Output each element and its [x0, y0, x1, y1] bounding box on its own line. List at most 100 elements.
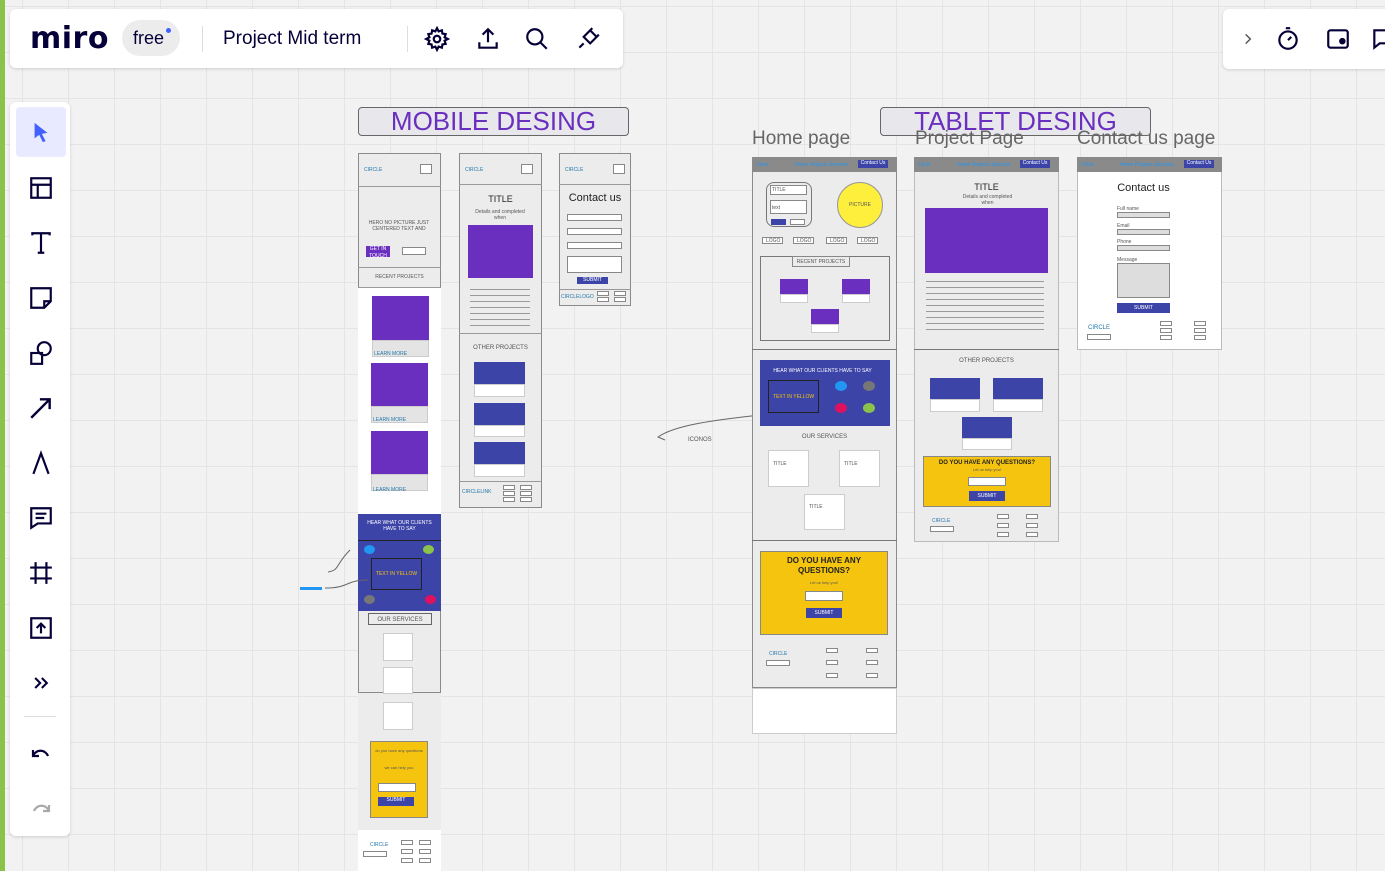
contact-submit: SUBMIT: [577, 277, 608, 284]
other-projects-heading: OTHER PROJECTS: [959, 358, 1014, 364]
templates-icon[interactable]: [16, 163, 66, 213]
shapes-icon[interactable]: [16, 328, 66, 378]
footer-link: [997, 523, 1009, 528]
mobile-hero-button-2: [402, 247, 426, 255]
settings-icon[interactable]: [422, 24, 452, 54]
footer-link: [997, 514, 1009, 519]
email-field: [968, 477, 1006, 486]
tablet-logo: Circle: [756, 162, 769, 168]
footer-link: [866, 673, 878, 678]
comment-icon[interactable]: [16, 493, 66, 543]
hero-button: [771, 219, 786, 225]
avatar: [863, 381, 875, 391]
mobile-logo: CIRCLE: [465, 167, 484, 173]
footer-link: [401, 849, 413, 854]
avatar: [425, 595, 436, 604]
divider: [459, 481, 542, 482]
footer-link: [503, 491, 515, 496]
other-project-thumb: [993, 378, 1043, 399]
more-tools-icon[interactable]: [16, 658, 66, 708]
plan-label: free: [133, 28, 165, 48]
miro-logo[interactable]: miro: [30, 21, 109, 56]
tablet-footer-logo: CIRCLE: [1088, 325, 1111, 331]
tablet-contact-button: Contact Us: [858, 160, 888, 168]
text-icon[interactable]: [16, 218, 66, 268]
divider: [459, 333, 542, 334]
tablet-home-frame-lower: [752, 688, 897, 734]
plan-badge[interactable]: free: [122, 20, 181, 56]
logo-tag-text: LOGO: [830, 238, 845, 244]
hamburger-icon: [613, 164, 625, 174]
icons-annotation[interactable]: ICONOS: [688, 437, 712, 443]
tablet-submit: SUBMIT: [969, 491, 1005, 501]
tablet-nav-links: Home Projects Services: [1120, 162, 1174, 168]
project-thumbnail: [371, 431, 428, 474]
avatar: [423, 545, 434, 554]
connector-handle[interactable]: [300, 587, 322, 590]
undo-icon[interactable]: [16, 728, 66, 778]
arrow-icon[interactable]: [16, 383, 66, 433]
service-card: [839, 450, 880, 487]
divider: [202, 26, 203, 52]
divider: [914, 349, 1059, 350]
fullname-field: [1117, 212, 1170, 218]
recent-thumb: [842, 279, 870, 294]
footer-link: [520, 491, 532, 496]
other-project-caption: [474, 425, 525, 437]
timer-icon[interactable]: [1273, 24, 1303, 54]
tablet-nav-links: Home Projects Services: [795, 162, 849, 168]
chat-icon[interactable]: [1368, 24, 1385, 54]
project-page-label[interactable]: Project Page: [915, 128, 1024, 150]
recent-caption: [842, 294, 870, 303]
other-project-thumb: [474, 403, 525, 425]
other-project-caption: [474, 384, 525, 397]
share-icon[interactable]: [473, 24, 503, 54]
left-toolbar: [10, 102, 70, 836]
service-title: TITLE: [844, 461, 858, 467]
project-image: [925, 208, 1048, 273]
mobile-design-title[interactable]: MOBILE DESING: [358, 107, 629, 136]
footer-link: [614, 291, 626, 296]
board-edge-accent: [0, 0, 5, 871]
footer-link: [1026, 532, 1038, 537]
footer-input: [930, 526, 954, 532]
footer-link: [997, 532, 1009, 537]
learn-more-link: LEARN MORE: [373, 487, 407, 493]
circle-logo: CIRCLELOGO: [561, 294, 594, 300]
mobile-logo: CIRCLE: [364, 167, 383, 173]
home-page-label[interactable]: Home page: [752, 128, 850, 150]
mobile-hero-button: GET IN TOUCH: [366, 246, 390, 259]
mobile-submit: SUBMIT: [378, 797, 414, 806]
tablet-text-yellow: TEXT IN YELLOW: [772, 394, 815, 400]
sticky-note-icon[interactable]: [16, 273, 66, 323]
other-project-caption: [993, 399, 1043, 412]
hero-picture-label: PICTURE: [849, 202, 871, 208]
service-card: [383, 633, 413, 661]
select-icon[interactable]: [16, 107, 66, 157]
present-icon[interactable]: [1323, 24, 1353, 54]
circle-link: CIRCLELINK: [462, 489, 492, 495]
frame-icon[interactable]: [16, 548, 66, 598]
redo-icon[interactable]: [16, 783, 66, 833]
contact-field: [567, 214, 622, 221]
footer-link: [1026, 523, 1038, 528]
upload-icon[interactable]: [16, 603, 66, 653]
mobile-logo: CIRCLE: [565, 167, 584, 173]
footer-link: [401, 858, 413, 863]
tablet-logo: Circle: [1081, 162, 1094, 168]
other-project-thumb: [474, 362, 525, 384]
phone-field: [1117, 245, 1170, 251]
footer-link: [1160, 335, 1172, 340]
pen-icon[interactable]: [16, 438, 66, 488]
footer-link: [597, 297, 609, 302]
chevron-right-icon[interactable]: [1233, 24, 1263, 54]
search-icon[interactable]: [522, 24, 552, 54]
board-title[interactable]: Project Mid term: [223, 28, 361, 50]
footer-link: [1026, 514, 1038, 519]
integrations-icon[interactable]: [573, 24, 603, 54]
contact-field: [567, 242, 622, 249]
tablet-submit: SUBMIT: [806, 608, 842, 618]
tablet-question: DO YOU HAVE ANY QUESTIONS?: [786, 556, 862, 575]
contact-page-label[interactable]: Contact us page: [1077, 128, 1215, 150]
tablet-logo: Circle: [918, 162, 931, 168]
